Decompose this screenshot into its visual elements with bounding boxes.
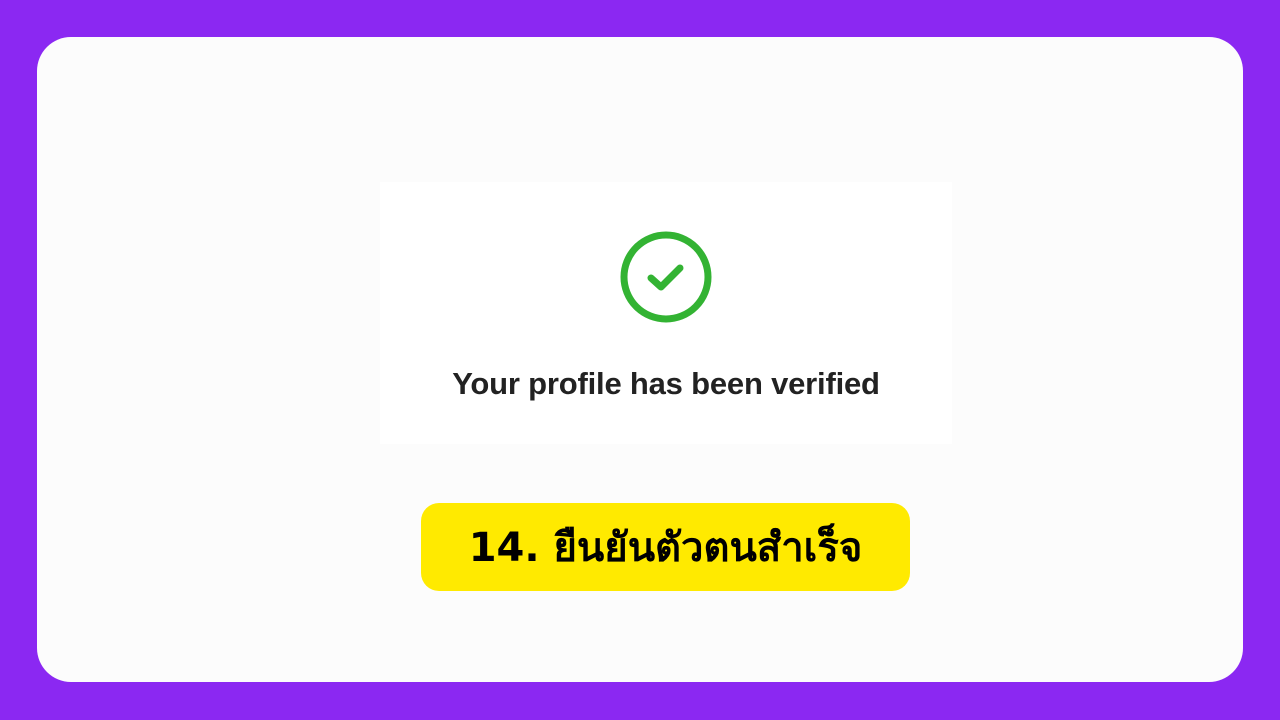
step-caption: 14. ยืนยันตัวตนสำเร็จ bbox=[421, 503, 910, 591]
content-card: Your profile has been verified 14. ยืนยั… bbox=[37, 37, 1243, 682]
verification-screenshot: Your profile has been verified bbox=[380, 182, 952, 444]
verified-message: Your profile has been verified bbox=[452, 366, 880, 401]
check-circle-icon bbox=[620, 231, 712, 323]
